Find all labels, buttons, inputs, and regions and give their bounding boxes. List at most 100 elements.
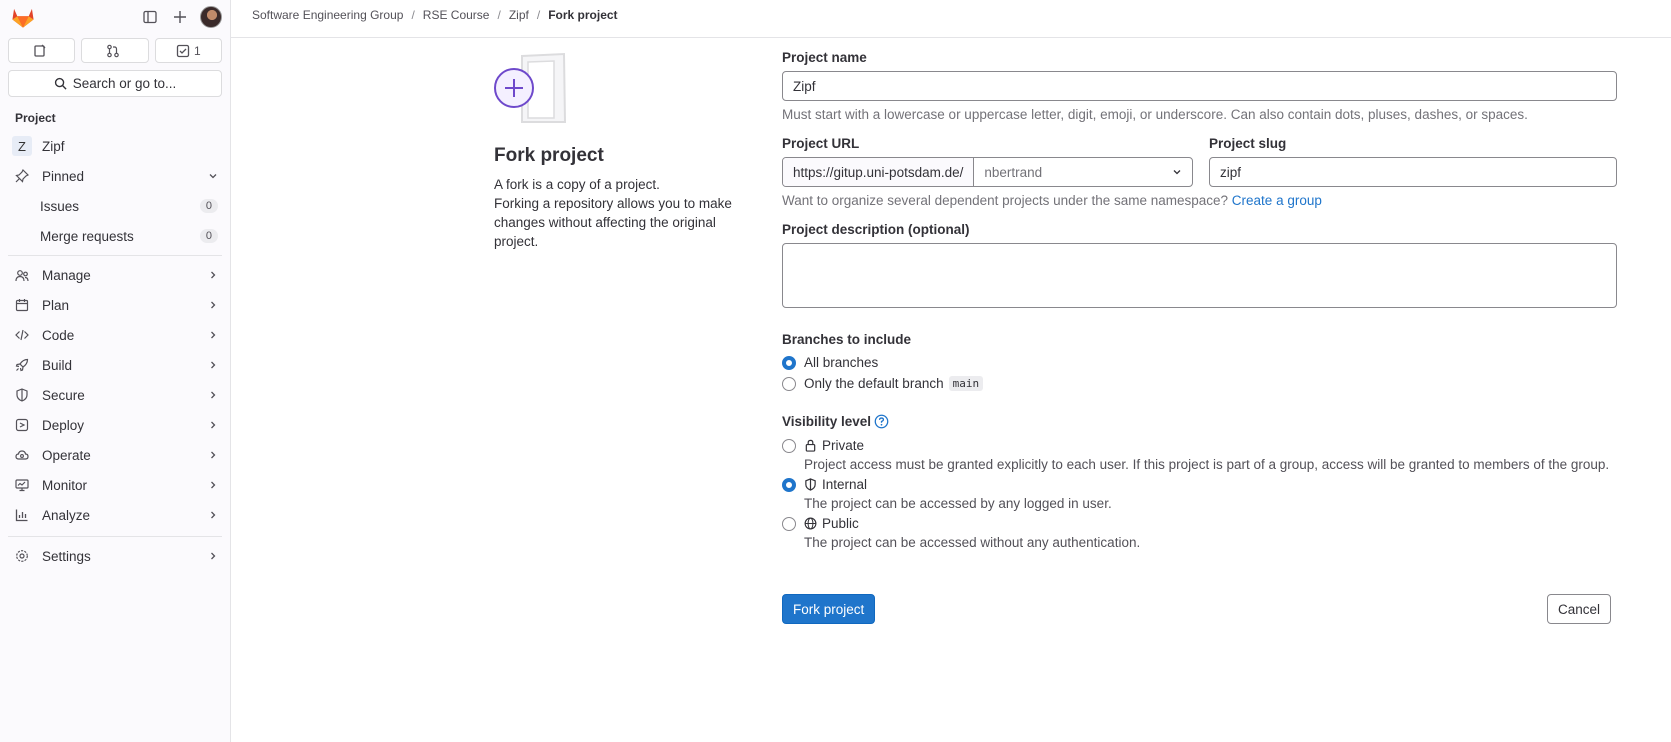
monitor-icon (14, 477, 30, 493)
sidebar-item-label: Analyze (42, 507, 91, 523)
breadcrumb-current: Fork project (548, 8, 618, 22)
visibility-desc: The project can be accessed by any logge… (804, 496, 1112, 511)
radio-label: Only the default branch (804, 376, 944, 391)
pinned-label: Pinned (42, 168, 85, 184)
chevron-right-icon (208, 478, 218, 493)
chevron-right-icon (208, 549, 218, 564)
fork-description-line: Forking a repository allows you to make … (494, 196, 732, 249)
radio-button[interactable] (782, 477, 796, 492)
thumbtack-icon (14, 168, 30, 184)
chevron-right-icon (208, 388, 218, 403)
fork-project-button[interactable]: Fork project (782, 594, 876, 624)
breadcrumb-item[interactable]: Software Engineering Group (252, 8, 403, 22)
sidebar-item-label: Manage (42, 267, 91, 283)
issues-icon (34, 44, 46, 57)
nav-list: Manage Plan Code Build Secure Deploy Operate Mo… (0, 260, 230, 530)
sidebar-item-plan[interactable]: Plan (0, 290, 230, 320)
breadcrumb-separator: / (411, 8, 415, 22)
divider (8, 536, 222, 537)
project-name-input[interactable]: Zipf (782, 71, 1617, 101)
project-name-label: Project name (782, 50, 867, 65)
todos-count-button[interactable]: 1 (154, 38, 222, 63)
breadcrumb-separator: / (497, 8, 501, 22)
project-link[interactable]: Z Zipf (0, 131, 230, 161)
merge-requests-count-button[interactable] (81, 38, 149, 63)
users-icon (14, 267, 30, 283)
fork-illustration-icon (494, 52, 567, 123)
pinned-item-merge-requests[interactable]: Merge requests 0 (0, 221, 230, 251)
project-description-input[interactable] (782, 243, 1617, 308)
calendar-icon (14, 297, 30, 313)
sidebar-item-build[interactable]: Build (0, 350, 230, 380)
sidebar-item-settings[interactable]: Settings (0, 541, 230, 571)
deploy-icon (14, 417, 30, 433)
url-prefix: https://gitup.uni-potsdam.de/ (783, 158, 975, 186)
sidebar-item-analyze[interactable]: Analyze (0, 500, 230, 530)
sidebar: 1 Search or go to... Project Z Zipf Pinn… (0, 0, 231, 742)
radio-label: Public (822, 516, 859, 531)
sidebar-item-manage[interactable]: Manage (0, 260, 230, 290)
visibility-option-internal[interactable]: Internal The project can be accessed by … (782, 474, 1617, 511)
page-title: Fork project (494, 145, 604, 166)
radio-button[interactable] (782, 355, 796, 370)
pinned-toggle[interactable]: Pinned (0, 161, 230, 191)
search-button[interactable]: Search or go to... (8, 70, 222, 97)
project-url-label: Project URL (782, 136, 860, 151)
counts-row: 1 (0, 33, 230, 63)
user-avatar[interactable] (200, 5, 222, 28)
rocket-icon (14, 357, 30, 373)
fork-description: A fork is a copy of a project. Forking a… (494, 175, 734, 251)
chart-icon (14, 507, 30, 523)
create-group-link[interactable]: Create a group (1232, 193, 1322, 208)
project-slug-input[interactable]: zipf (1209, 157, 1617, 187)
todo-checkbox-icon (176, 44, 190, 57)
branches-label: Branches to include (782, 332, 912, 347)
namespace-select[interactable]: nbertrand (974, 158, 1192, 186)
plus-icon[interactable] (168, 5, 192, 29)
group-help: Want to organize several dependent proje… (782, 193, 1617, 208)
radio-label: All branches (804, 355, 879, 370)
visibility-desc: Project access must be granted explicitl… (804, 457, 1610, 472)
count-badge: 0 (199, 229, 218, 243)
visibility-desc: The project can be accessed without any … (804, 535, 1141, 550)
shield-icon (14, 387, 30, 403)
shield-icon (805, 478, 816, 491)
cancel-button[interactable]: Cancel (1546, 594, 1611, 624)
chevron-right-icon (208, 358, 218, 373)
radio-button[interactable] (782, 438, 796, 453)
breadcrumb-item[interactable]: RSE Course (423, 8, 490, 22)
chevron-right-icon (208, 448, 218, 463)
visibility-option-private[interactable]: Private Project access must be granted e… (782, 435, 1617, 472)
chevron-right-icon (208, 298, 218, 313)
sidebar-item-code[interactable]: Code (0, 320, 230, 350)
radio-button[interactable] (782, 516, 796, 531)
merge-request-icon (107, 44, 119, 57)
search-icon (54, 77, 67, 90)
count-badge: 0 (199, 199, 218, 213)
todos-count: 1 (193, 43, 201, 58)
sidebar-item-label: Operate (42, 447, 91, 463)
sidebar-item-monitor[interactable]: Monitor (0, 470, 230, 500)
pinned-item-issues[interactable]: Issues 0 (0, 191, 230, 221)
sidebar-topbar (0, 0, 230, 33)
toggle-sidebar-icon[interactable] (138, 5, 162, 29)
radio-button[interactable] (782, 376, 796, 391)
branch-option-default[interactable]: Only the default branch main (782, 373, 1617, 394)
sidebar-item-secure[interactable]: Secure (0, 380, 230, 410)
issues-count-button[interactable] (8, 38, 76, 63)
chevron-right-icon (208, 418, 218, 433)
visibility-option-public[interactable]: Public The project can be accessed witho… (782, 513, 1617, 550)
divider (8, 255, 222, 256)
question-circle-icon[interactable] (874, 414, 889, 429)
breadcrumb-item[interactable]: Zipf (509, 8, 529, 22)
visibility-label: Visibility level (782, 414, 1617, 429)
breadcrumb: Software Engineering Group / RSE Course / … (252, 8, 618, 22)
gitlab-logo-icon[interactable] (10, 4, 36, 30)
project-description-label: Project description (optional) (782, 222, 970, 237)
header-divider (231, 37, 1671, 38)
project-slug-label: Project slug (1209, 136, 1287, 151)
pinned-item-label: Merge requests (40, 228, 134, 244)
branch-option-all[interactable]: All branches (782, 352, 1617, 373)
sidebar-item-operate[interactable]: Operate (0, 440, 230, 470)
sidebar-item-deploy[interactable]: Deploy (0, 410, 230, 440)
